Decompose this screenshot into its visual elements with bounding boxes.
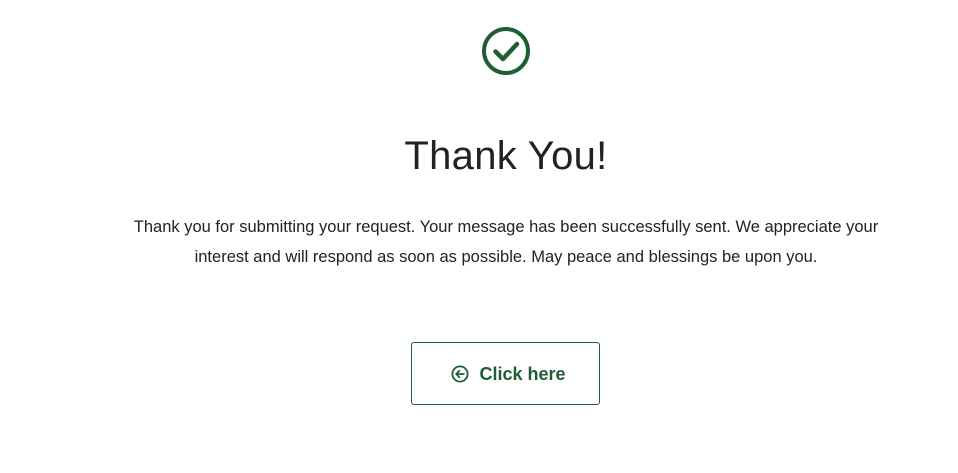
- check-circle-icon: [482, 27, 530, 75]
- arrow-left-circle-icon: [451, 365, 469, 382]
- confirmation-message: Thank you for submitting your request. Y…: [133, 218, 879, 266]
- page-title: Thank You!: [404, 134, 608, 178]
- click-here-button[interactable]: Click here: [411, 342, 600, 405]
- click-here-label: Click here: [479, 363, 566, 384]
